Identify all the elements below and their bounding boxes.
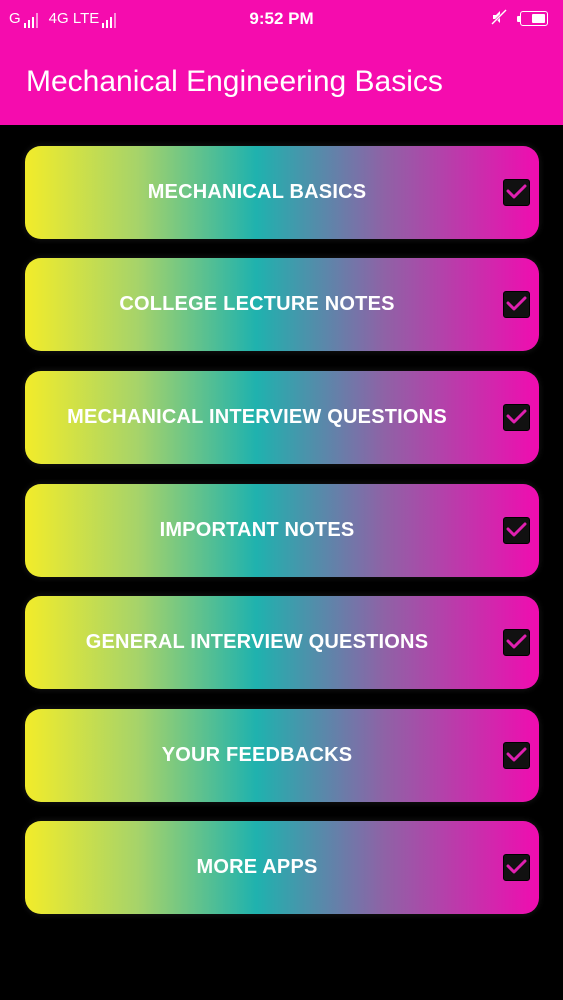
- menu-item-important-notes[interactable]: IMPORTANT NOTES: [25, 484, 539, 577]
- menu-item-mechanical-interview-questions[interactable]: MECHANICAL INTERVIEW QUESTIONS: [25, 371, 539, 464]
- menu-item-label: YOUR FEEDBACKS: [161, 744, 353, 766]
- checkbox-icon[interactable]: [503, 854, 530, 881]
- menu-item-label: COLLEGE LECTURE NOTES: [119, 293, 395, 315]
- checkbox-icon[interactable]: [503, 629, 530, 656]
- app-bar: G 4G LTE 9:52 PM Mechanical Engineering …: [0, 0, 563, 125]
- menu-item-label: MECHANICAL BASICS: [147, 181, 367, 203]
- menu-item-label: MECHANICAL INTERVIEW QUESTIONS: [67, 406, 447, 428]
- battery-icon: [517, 10, 551, 28]
- menu-item-label: GENERAL INTERVIEW QUESTIONS: [85, 631, 429, 653]
- menu-item-general-interview-questions[interactable]: GENERAL INTERVIEW QUESTIONS: [25, 596, 539, 689]
- menu-item-more-apps[interactable]: MORE APPS: [25, 821, 539, 914]
- status-bar: G 4G LTE 9:52 PM: [0, 0, 563, 40]
- menu-item-mechanical-basics[interactable]: MECHANICAL BASICS: [25, 146, 539, 239]
- menu-item-label: IMPORTANT NOTES: [159, 519, 355, 541]
- checkbox-icon[interactable]: [503, 179, 530, 206]
- status-bar-right: [491, 9, 551, 29]
- mute-icon: [491, 9, 507, 29]
- app-title: Mechanical Engineering Basics: [26, 65, 443, 98]
- menu-item-label: MORE APPS: [196, 856, 318, 878]
- checkbox-icon[interactable]: [503, 517, 530, 544]
- menu-item-college-lecture-notes[interactable]: COLLEGE LECTURE NOTES: [25, 258, 539, 351]
- checkbox-icon[interactable]: [503, 404, 530, 431]
- menu-item-your-feedbacks[interactable]: YOUR FEEDBACKS: [25, 709, 539, 802]
- status-bar-time: 9:52 PM: [249, 9, 314, 28]
- checkbox-icon[interactable]: [503, 291, 530, 318]
- checkbox-icon[interactable]: [503, 742, 530, 769]
